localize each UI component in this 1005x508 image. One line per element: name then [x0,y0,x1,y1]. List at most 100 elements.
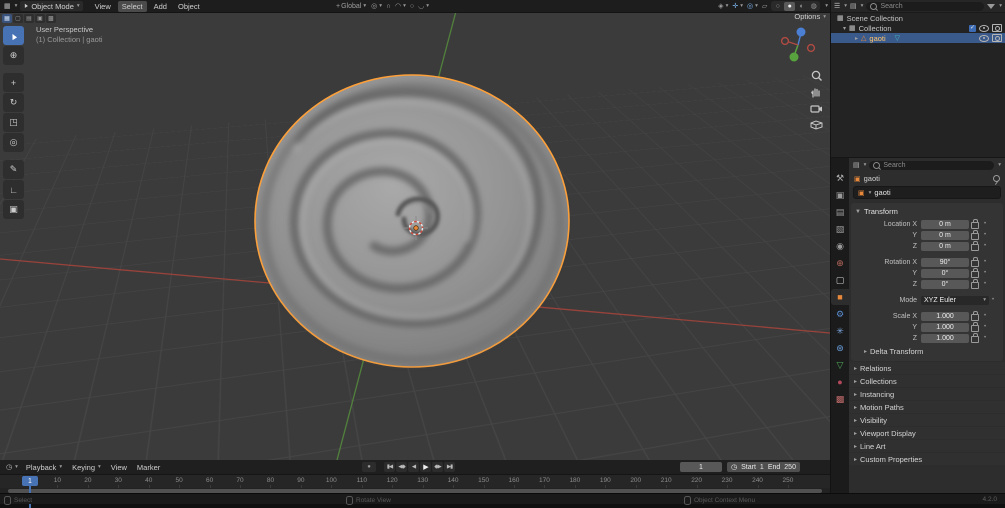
proportional-editing[interactable]: ○ [410,2,414,10]
outliner-search-input[interactable]: Search [866,2,984,11]
animate-decorator[interactable]: • [989,297,997,303]
shading-solid[interactable]: ● [784,2,795,11]
tool-select-box[interactable]: ▲ [3,26,24,45]
properties-options-caret[interactable]: ▾ [998,162,1001,168]
panel-collections[interactable]: ▸Collections [849,375,1005,387]
animate-decorator[interactable]: • [981,313,989,319]
auto-keying-button[interactable]: ● [362,462,376,472]
animate-decorator[interactable]: • [981,324,989,330]
value-field[interactable]: 90° [921,258,969,267]
outliner-row-scene-collection[interactable]: ▦Scene Collection [831,13,1005,23]
animate-decorator[interactable]: • [981,232,989,238]
filter-icon[interactable] [987,4,995,9]
panel-delta-transform[interactable]: ▸Delta Transform [859,345,1003,357]
tab-world-properties[interactable]: ⊕ [831,255,849,271]
tool-cursor[interactable]: ⊕ [3,46,24,65]
mode-icon-2[interactable]: ▢ [13,14,23,23]
tab-scene-properties[interactable]: ◉ [831,238,849,254]
transform-orientation-dropdown[interactable]: + Global▾ [336,3,366,10]
panel-line-art[interactable]: ▸Line Art [849,440,1005,452]
properties-search-input[interactable]: Search [869,161,994,170]
shading-rendered[interactable]: ◍ [808,2,819,11]
tab-render-properties[interactable]: ▣ [831,187,849,203]
timeline-menu-playback[interactable]: Playback▾ [26,463,62,472]
jump-to-start-button[interactable]: ▮◀ [384,462,395,472]
animate-decorator[interactable]: • [981,270,989,276]
3d-viewport[interactable]: ▦ ▾ ▲ Object Mode ▾ ViewSelectAddObject … [0,0,830,460]
gizmo-x-neg-axis[interactable] [782,38,789,45]
panel-instancing[interactable]: ▸Instancing [849,388,1005,400]
shading-material-preview[interactable]: ◐ [796,2,807,11]
shading-wireframe[interactable]: ○ [772,2,783,11]
tool-measure[interactable]: ∟ [3,180,24,199]
overlays-toggle[interactable]: ◎▾ [747,2,758,10]
xray-toggle[interactable]: ▱ [762,2,767,10]
object-name-field[interactable]: ▣ ▾ gaoti [853,186,1001,199]
play-button[interactable]: ▶ [420,462,431,472]
navigation-gizmo[interactable] [778,24,818,64]
tab-view-layer-properties[interactable]: ▧ [831,221,849,237]
value-field[interactable]: 0° [921,269,969,278]
checkbox-toggle[interactable]: ✓ [969,25,976,32]
mode-dropdown[interactable]: ▲ Object Mode ▾ [20,1,82,11]
lock-icon[interactable] [971,282,979,289]
camera-view-icon[interactable] [809,102,824,115]
timeline-menu-marker[interactable]: Marker [137,463,160,472]
timeline-ruler[interactable]: 1020304050607080901001101201301401501601… [0,475,830,488]
tab-modifiers-properties[interactable]: ⚙ [831,306,849,322]
toggle-ortho-icon[interactable] [809,118,824,131]
scene-canvas[interactable] [0,0,830,460]
tab-particles-properties[interactable]: ✳ [831,323,849,339]
disable-in-renders-toggle[interactable] [992,34,1002,42]
expand-caret[interactable]: ▾ [843,25,846,32]
tool-add-cube[interactable]: ▣ [3,200,24,219]
tab-texture-properties[interactable]: ▩ [831,391,849,407]
gizmo-y-axis[interactable] [790,53,799,62]
timeline-editor-icon[interactable]: ◷▾ [6,463,18,471]
tab-tool-properties[interactable]: ⚒ [831,170,849,186]
value-field[interactable]: 1.000 [921,312,969,321]
pin-icon[interactable] [993,175,1000,182]
snap-magnet[interactable]: ∩ [386,2,391,10]
value-field[interactable]: 0° [921,280,969,289]
gizmos-toggle[interactable]: ✛▾ [732,2,743,10]
value-field[interactable]: 1.000 [921,323,969,332]
outliner-row-object-gaoti[interactable]: ▸△gaoti▽ [831,33,1005,43]
menu-view[interactable]: View [91,1,115,12]
outliner-editor-icon[interactable]: ☰ [834,2,840,10]
editor-type-caret[interactable]: ▾ [15,3,18,9]
lock-icon[interactable] [971,271,979,278]
animate-decorator[interactable]: • [981,221,989,227]
lock-icon[interactable] [971,244,979,251]
panel-visibility[interactable]: ▸Visibility [849,414,1005,426]
lock-icon[interactable] [971,260,979,267]
value-field[interactable]: 0 m [921,231,969,240]
timeline-menu-view[interactable]: View [111,463,127,472]
tab-output-properties[interactable]: ▤ [831,204,849,220]
outliner-row-collection[interactable]: ▾▦Collection✓ [831,23,1005,33]
editor-type-icon[interactable]: ▦ [4,2,11,10]
lock-icon[interactable] [971,222,979,229]
current-frame-field[interactable]: 1 [680,462,722,472]
show-gizmo-dropdown[interactable]: ◈▾ [718,2,728,10]
tab-material-properties[interactable]: ● [831,374,849,390]
snapping[interactable]: ◠▾ [395,2,406,10]
panel-viewport-display[interactable]: ▸Viewport Display [849,427,1005,439]
tool-move[interactable]: + [3,73,24,92]
lock-icon[interactable] [971,233,979,240]
mode-icon-5[interactable]: ▩ [46,14,56,23]
value-field[interactable]: 0 m [921,220,969,229]
mode-icon-4[interactable]: ▣ [35,14,45,23]
mesh-object-gaoti[interactable] [255,75,569,367]
lock-icon[interactable] [971,314,979,321]
pan-view-icon[interactable] [809,86,824,99]
play-reverse-button[interactable]: ◀ [408,462,419,472]
mode-icon-1[interactable]: ▦ [2,14,12,23]
prev-keyframe-button[interactable]: ◀◆ [396,462,407,472]
panel-motion-paths[interactable]: ▸Motion Paths [849,401,1005,413]
tool-transform[interactable]: ◎ [3,133,24,152]
disable-in-renders-toggle[interactable] [992,24,1002,32]
tab-object-data-properties[interactable]: ▽ [831,357,849,373]
frame-range-fields[interactable]: ◷ Start 1 End 250 [727,462,800,472]
lock-icon[interactable] [971,325,979,332]
